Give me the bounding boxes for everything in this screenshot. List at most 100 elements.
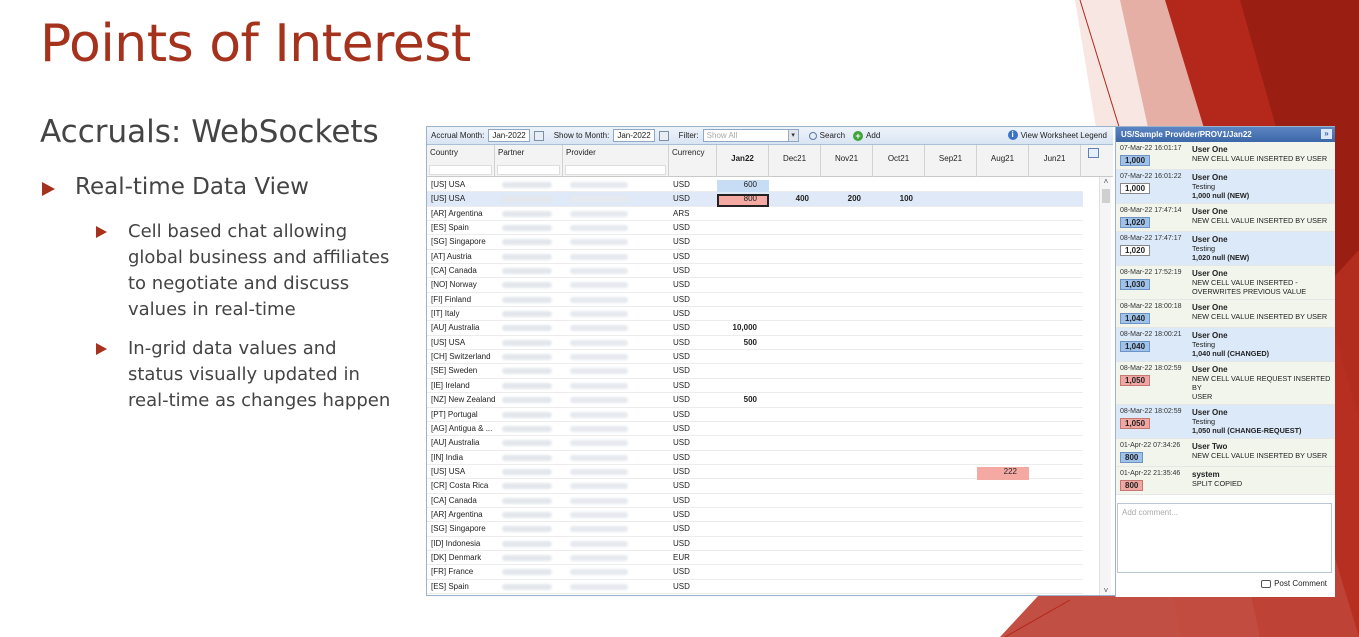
cell-country: [US] USA [431, 180, 466, 189]
cell-currency: USD [673, 223, 690, 233]
cell-partner-redacted [502, 382, 552, 389]
calendar-icon[interactable] [533, 130, 544, 141]
table-row[interactable]: [AU] Australia USD 10,000 [427, 321, 1083, 336]
table-row[interactable]: [PT] Portugal USD [427, 408, 1083, 422]
cell-value[interactable]: 100 [873, 194, 913, 203]
chat-user-name: User Two [1192, 442, 1228, 451]
scroll-down-icon[interactable]: ˅ [1100, 586, 1112, 595]
cell-partner-redacted [502, 425, 552, 432]
search-button[interactable]: Search [808, 131, 845, 140]
country-filter-input[interactable] [429, 165, 492, 175]
cell-value[interactable]: 500 [717, 338, 757, 347]
comment-input[interactable]: Add comment... [1117, 503, 1332, 573]
filter-select[interactable]: Show All ▾ [702, 129, 799, 142]
table-row[interactable]: [US] USA USD 222 [427, 465, 1083, 480]
table-row[interactable]: [IT] Italy USD [427, 307, 1083, 322]
cell-value[interactable]: 800 [717, 194, 757, 203]
table-row[interactable]: [ID] Indonesia USD [427, 537, 1083, 551]
header-partner-label: Partner [498, 148, 525, 157]
cell-provider-redacted [570, 554, 628, 561]
month-header[interactable]: Oct21 [873, 145, 925, 177]
scroll-up-icon[interactable]: ˄ [1100, 177, 1112, 186]
collapse-panel-icon[interactable]: » [1321, 129, 1332, 139]
cell-provider-redacted [570, 210, 628, 217]
table-row[interactable]: [US] USA USD 500 [427, 336, 1083, 351]
table-row[interactable]: [US] USA USD 600 [427, 178, 1083, 193]
table-row[interactable]: [SE] Sweden USD [427, 364, 1083, 379]
value-badge: 1,000 [1120, 183, 1151, 194]
table-row[interactable]: [AR] Argentina ARS [427, 207, 1083, 222]
cell-value[interactable]: 600 [717, 180, 757, 189]
chevron-down-icon[interactable]: ▾ [787, 130, 798, 141]
cell-value[interactable]: 400 [769, 194, 809, 203]
table-row[interactable]: [NO] Norway USD [427, 278, 1083, 293]
table-row[interactable]: [ES] Spain USD [427, 221, 1083, 236]
table-row[interactable]: [FR] France USD [427, 565, 1083, 580]
table-row[interactable]: [SG] Singapore USD [427, 235, 1083, 250]
grid-scrollbar[interactable]: ˄ ˅ [1099, 177, 1111, 595]
legend-label: View Worksheet Legend [1020, 130, 1107, 140]
accrual-month-field[interactable]: Jan-2022 [488, 129, 530, 142]
table-row[interactable]: [ES] Spain USD [427, 580, 1083, 594]
table-row[interactable]: [CA] Canada USD [427, 494, 1083, 508]
month-header[interactable]: Dec21 [769, 145, 821, 177]
header-currency[interactable]: Currency [669, 145, 717, 177]
table-row[interactable]: [AU] Australia USD [427, 436, 1083, 451]
month-header[interactable]: Jun21 [1029, 145, 1081, 177]
column-settings-icon[interactable] [1088, 148, 1099, 158]
chat-message: 08-Mar-22 18:02:59 1,050 User One Testing 1,… [1116, 405, 1335, 439]
table-row[interactable]: [AG] Antigua & ... USD [427, 422, 1083, 437]
table-row[interactable]: [CA] Canada USD [427, 264, 1083, 279]
month-header[interactable]: Sep21 [925, 145, 977, 177]
cell-value[interactable]: 222 [977, 467, 1017, 476]
provider-filter-input[interactable] [565, 165, 666, 175]
scroll-thumb[interactable] [1102, 189, 1110, 203]
cell-provider-redacted [570, 225, 628, 232]
month-header[interactable]: Jan22 [717, 145, 769, 177]
cell-partner-redacted [502, 354, 552, 361]
cell-currency: USD [673, 337, 690, 347]
month-header[interactable]: Nov21 [821, 145, 873, 177]
chat-message-body: User One NEW CELL VALUE REQUEST INSERTED … [1190, 365, 1331, 401]
cell-partner-redacted [502, 368, 552, 375]
table-row[interactable]: [US] USA USD 800 400 200 100 [427, 192, 1083, 208]
partner-filter-input[interactable] [497, 165, 560, 175]
calendar-icon[interactable] [658, 130, 669, 141]
table-row[interactable]: [IE] Ireland USD [427, 379, 1083, 394]
header-provider[interactable]: Provider [563, 145, 669, 177]
table-row[interactable]: [AT] Austria USD [427, 250, 1083, 265]
view-legend-button[interactable]: i View Worksheet Legend [1007, 130, 1107, 140]
bullet-arrow-icon [96, 226, 107, 238]
chat-message-meta: 08-Mar-22 18:02:59 1,050 [1120, 365, 1190, 401]
chat-message: 08-Mar-22 18:02:59 1,050 User One NEW CELL … [1116, 362, 1335, 405]
cell-value[interactable]: 200 [821, 194, 861, 203]
table-row[interactable]: [AR] Argentina USD [427, 508, 1083, 523]
table-row[interactable]: [SG] Singapore USD [427, 522, 1083, 537]
chat-value-change: 1,040 null (CHANGED) [1192, 349, 1270, 358]
table-row[interactable]: [DK] Denmark EUR [427, 551, 1083, 566]
cell-country: [CH] Switzerland [431, 352, 491, 362]
value-badge: 1,040 [1120, 341, 1151, 352]
cell-partner-redacted [502, 182, 552, 188]
cell-chat-panel: US/Sample Provider/PROV1/Jan22 » 07-Mar-… [1115, 127, 1335, 597]
chat-message-meta: 07-Mar-22 16:01:17 1,000 [1120, 145, 1190, 166]
post-comment-button[interactable]: Post Comment [1261, 579, 1327, 588]
cell-provider-redacted [570, 440, 628, 447]
cell-currency: USD [673, 581, 690, 591]
header-partner[interactable]: Partner [495, 145, 563, 177]
table-row[interactable]: [CR] Costa Rica USD [427, 479, 1083, 494]
month-header[interactable]: Aug21 [977, 145, 1029, 177]
add-button[interactable]: + Add [853, 130, 880, 141]
chat-message-text: Testing [1192, 182, 1216, 191]
cell-partner-redacted [502, 397, 552, 404]
cell-partner-redacted [502, 511, 552, 518]
cell-partner-redacted [502, 239, 552, 246]
cell-value[interactable]: 10,000 [717, 323, 757, 332]
cell-value[interactable]: 500 [717, 395, 757, 404]
table-row[interactable]: [NZ] New Zealand USD 500 [427, 393, 1083, 408]
table-row[interactable]: [IN] India USD [427, 451, 1083, 465]
show-to-month-field[interactable]: Jan-2022 [613, 129, 655, 142]
table-row[interactable]: [CH] Switzerland USD [427, 350, 1083, 365]
table-row[interactable]: [FI] Finland USD [427, 293, 1083, 308]
header-country[interactable]: Country [427, 145, 495, 177]
